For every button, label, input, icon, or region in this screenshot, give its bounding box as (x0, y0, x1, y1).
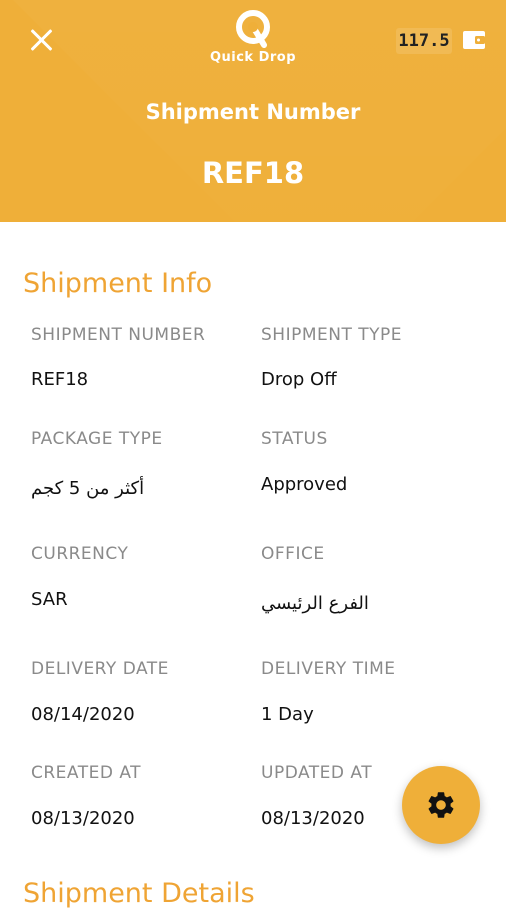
shipment-type-label: SHIPMENT TYPE (261, 325, 403, 345)
wallet-balance[interactable]: 117.5 (396, 28, 452, 54)
created-at-label: CREATED AT (31, 763, 142, 783)
shipment-number-value: REF18 (31, 369, 89, 390)
created-at-value: 08/13/2020 (31, 808, 135, 829)
delivery-time-label: DELIVERY TIME (261, 659, 396, 679)
settings-button[interactable] (402, 766, 480, 844)
header-bar: Quick Drop 117.5 Shipment Number REF18 (0, 0, 506, 222)
shipment-number-heading: Shipment Number (145, 100, 361, 124)
shipment-type-value: Drop Off (261, 369, 337, 390)
package-type-label: PACKAGE TYPE (31, 429, 163, 449)
package-type-value: أكثر من 5 كجم (31, 478, 145, 499)
gear-icon (428, 792, 454, 818)
status-label: STATUS (261, 429, 328, 449)
currency-label: CURRENCY (31, 544, 129, 564)
shipment-reference: REF18 (201, 156, 305, 190)
updated-at-value: 08/13/2020 (261, 808, 365, 829)
updated-at-label: UPDATED AT (261, 763, 373, 783)
shipment-number-label: SHIPMENT NUMBER (31, 325, 206, 345)
shipment-info-title: Shipment Info (23, 268, 213, 299)
delivery-date-label: DELIVERY DATE (31, 659, 169, 679)
status-value: Approved (261, 474, 348, 495)
office-value: الفرع الرئيسي (261, 593, 369, 614)
delivery-date-value: 08/14/2020 (31, 704, 135, 725)
app-logo: Quick Drop (172, 8, 334, 74)
office-label: OFFICE (261, 544, 325, 564)
shipment-details-title: Shipment Details (23, 878, 255, 909)
delivery-time-value: 1 Day (261, 704, 314, 725)
logo-brand-text: Quick Drop (209, 50, 297, 65)
close-icon[interactable] (28, 26, 56, 54)
wallet-icon[interactable] (462, 30, 486, 50)
logo-q-icon (236, 10, 270, 48)
currency-value: SAR (31, 589, 68, 610)
